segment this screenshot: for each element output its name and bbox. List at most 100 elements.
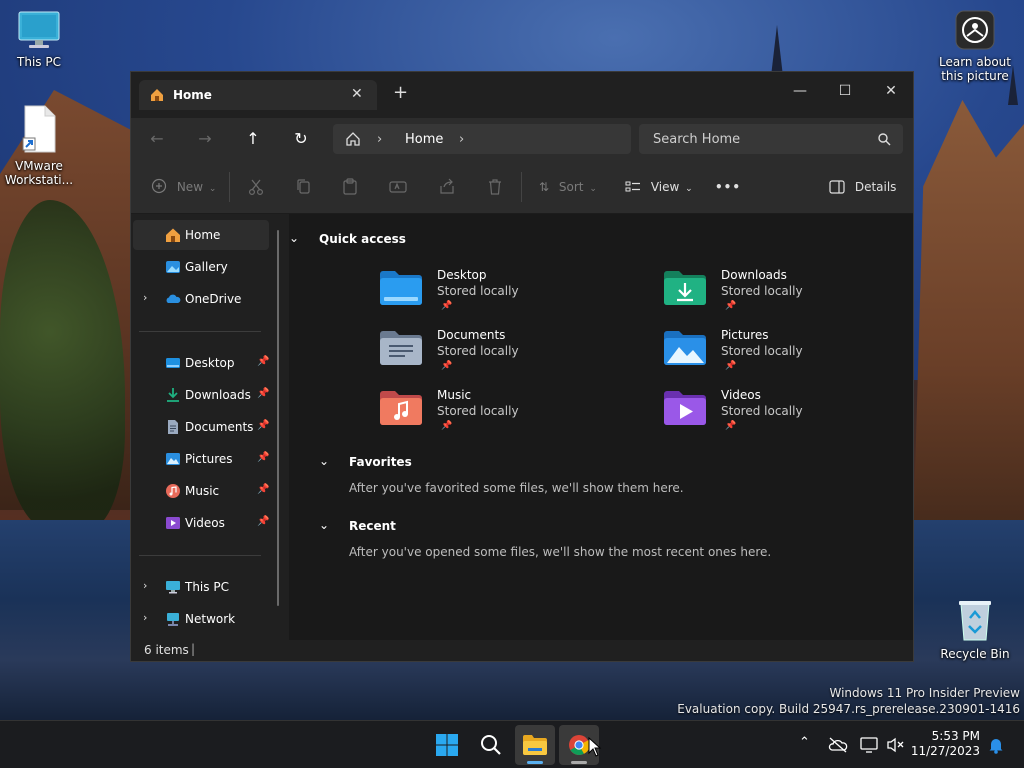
tab-home[interactable]: Home ✕ xyxy=(139,80,377,110)
quick-access-header[interactable]: ⌄ Quick access xyxy=(289,231,406,246)
desktop-folder-icon xyxy=(166,358,180,368)
sort-button[interactable]: ⇅ Sort ⌄ xyxy=(539,178,597,196)
chevron-right-icon[interactable]: › xyxy=(143,291,147,304)
sidebar-item-downloads[interactable]: Downloads 📌 xyxy=(133,380,269,410)
desktop-icon-learn[interactable]: Learn about this picture xyxy=(936,10,1014,83)
search-input[interactable]: Search Home xyxy=(639,124,903,154)
favorites-empty-text: After you've favorited some files, we'll… xyxy=(349,481,684,495)
chevron-down-icon[interactable]: ⌄ xyxy=(319,454,329,468)
pin-icon[interactable]: 📌 xyxy=(257,420,269,431)
onedrive-offline-icon[interactable] xyxy=(828,737,848,753)
rename-icon[interactable] xyxy=(389,178,407,196)
favorites-header[interactable]: ⌄ Favorites xyxy=(319,454,412,469)
chevron-down-icon: ⌄ xyxy=(685,184,693,194)
sidebar-item-desktop[interactable]: Desktop 📌 xyxy=(133,348,269,378)
downloads-folder-icon xyxy=(167,388,179,402)
sidebar-item-label: Network xyxy=(185,612,236,626)
file-explorer-icon xyxy=(523,735,547,755)
qa-sub: Stored locally xyxy=(437,344,519,358)
copy-icon[interactable] xyxy=(295,178,311,196)
show-hidden-icons-button[interactable]: ⌃ xyxy=(799,735,810,750)
system-clock[interactable]: 5:53 PM 11/27/2023 xyxy=(911,729,980,759)
pin-icon[interactable]: 📌 xyxy=(257,516,269,527)
pin-icon[interactable]: 📌 xyxy=(257,452,269,463)
chevron-down-icon[interactable]: ⌄ xyxy=(289,231,299,245)
forward-button[interactable]: → xyxy=(193,128,217,150)
title-bar: Home ✕ + — ☐ ✕ xyxy=(131,72,913,118)
desktop-folder-icon xyxy=(380,271,422,306)
quick-access-item-videos[interactable]: Videos Stored locally 📌 xyxy=(663,388,903,446)
watermark-line1: Windows 11 Pro Insider Preview xyxy=(829,686,1020,700)
pictures-folder-icon xyxy=(664,331,706,366)
navigation-pane: Home Gallery › OneDrive Desktop 📌 Downlo… xyxy=(131,214,283,640)
details-pane-icon xyxy=(829,180,845,194)
notification-bell-icon[interactable] xyxy=(988,736,1004,754)
more-options-button[interactable]: ••• xyxy=(715,178,741,196)
home-outline-icon xyxy=(346,132,360,146)
details-button[interactable]: Details xyxy=(829,178,896,196)
file-explorer-taskbar-button[interactable] xyxy=(515,725,555,765)
quick-access-item-desktop[interactable]: Desktop Stored locally 📌 xyxy=(379,268,619,326)
back-button[interactable]: ← xyxy=(145,128,169,150)
close-window-button[interactable]: ✕ xyxy=(876,78,906,104)
wallpaper-trees xyxy=(0,200,125,530)
qa-name: Documents xyxy=(437,328,506,342)
sidebar-scrollbar[interactable] xyxy=(277,230,279,606)
sidebar-item-pictures[interactable]: Pictures 📌 xyxy=(133,444,269,474)
chevron-down-icon[interactable]: ⌄ xyxy=(319,518,329,532)
new-button[interactable]: New ⌄ xyxy=(151,178,216,196)
quick-access-item-pictures[interactable]: Pictures Stored locally 📌 xyxy=(663,328,903,386)
sidebar-item-label: Desktop xyxy=(185,356,235,370)
maximize-button[interactable]: ☐ xyxy=(830,78,860,104)
quick-access-item-documents[interactable]: Documents Stored locally 📌 xyxy=(379,328,619,386)
sidebar-item-gallery[interactable]: Gallery xyxy=(133,252,269,282)
toolbar-separator xyxy=(521,172,522,202)
network-status-icon[interactable] xyxy=(860,736,880,754)
sidebar-item-home[interactable]: Home xyxy=(133,220,269,250)
sidebar-item-music[interactable]: Music 📌 xyxy=(133,476,269,506)
volume-muted-icon[interactable] xyxy=(886,737,906,753)
desktop-icon-recycle-bin[interactable]: Recycle Bin xyxy=(936,598,1014,661)
pin-icon[interactable]: 📌 xyxy=(257,356,269,367)
sidebar-item-videos[interactable]: Videos 📌 xyxy=(133,508,269,538)
recent-header[interactable]: ⌄ Recent xyxy=(319,518,396,533)
up-button[interactable]: ↑ xyxy=(241,128,265,150)
chevron-right-icon[interactable]: › xyxy=(377,132,382,147)
quick-access-item-music[interactable]: Music Stored locally 📌 xyxy=(379,388,619,446)
sidebar-item-label: Music xyxy=(185,484,220,498)
quick-access-item-downloads[interactable]: Downloads Stored locally 📌 xyxy=(663,268,903,326)
view-button[interactable]: View ⌄ xyxy=(625,178,693,196)
recent-empty-text: After you've opened some files, we'll sh… xyxy=(349,545,772,559)
sidebar-item-onedrive[interactable]: › OneDrive xyxy=(133,284,269,314)
delete-icon[interactable] xyxy=(487,178,503,196)
sidebar-item-network[interactable]: › Network xyxy=(133,604,269,634)
sidebar-item-label: Documents xyxy=(185,420,254,434)
section-title: Quick access xyxy=(319,232,406,246)
start-button[interactable] xyxy=(427,725,467,765)
search-button[interactable] xyxy=(471,725,511,765)
pin-icon[interactable]: 📌 xyxy=(257,484,269,495)
desktop-icon-vmware[interactable]: VMware Workstati... xyxy=(0,104,78,187)
refresh-button[interactable]: ↻ xyxy=(289,128,313,150)
pin-icon: 📌 xyxy=(725,421,737,431)
address-bar[interactable]: › Home › xyxy=(333,124,631,154)
pin-icon[interactable]: 📌 xyxy=(257,388,269,399)
status-bar: 6 items | xyxy=(131,640,913,661)
breadcrumb-home[interactable]: Home xyxy=(405,132,443,147)
chevron-right-icon[interactable]: › xyxy=(143,611,147,624)
desktop-icon-this-pc[interactable]: This PC xyxy=(0,10,78,69)
chevron-right-icon[interactable]: › xyxy=(143,579,147,592)
cut-icon[interactable] xyxy=(248,178,264,196)
command-bar: New ⌄ ⇅ Sort ⌄ View ⌄ ••• Details xyxy=(131,160,913,214)
this-pc-icon xyxy=(166,581,180,594)
minimize-button[interactable]: — xyxy=(785,78,815,104)
section-title: Recent xyxy=(349,519,396,533)
share-icon[interactable] xyxy=(439,178,455,196)
sidebar-item-documents[interactable]: Documents 📌 xyxy=(133,412,269,442)
pin-icon: 📌 xyxy=(441,361,453,371)
chevron-right-icon[interactable]: › xyxy=(459,132,464,147)
sidebar-item-this-pc[interactable]: › This PC xyxy=(133,572,269,602)
new-tab-button[interactable]: + xyxy=(393,84,408,102)
close-tab-button[interactable]: ✕ xyxy=(351,86,363,102)
paste-icon[interactable] xyxy=(342,178,358,196)
